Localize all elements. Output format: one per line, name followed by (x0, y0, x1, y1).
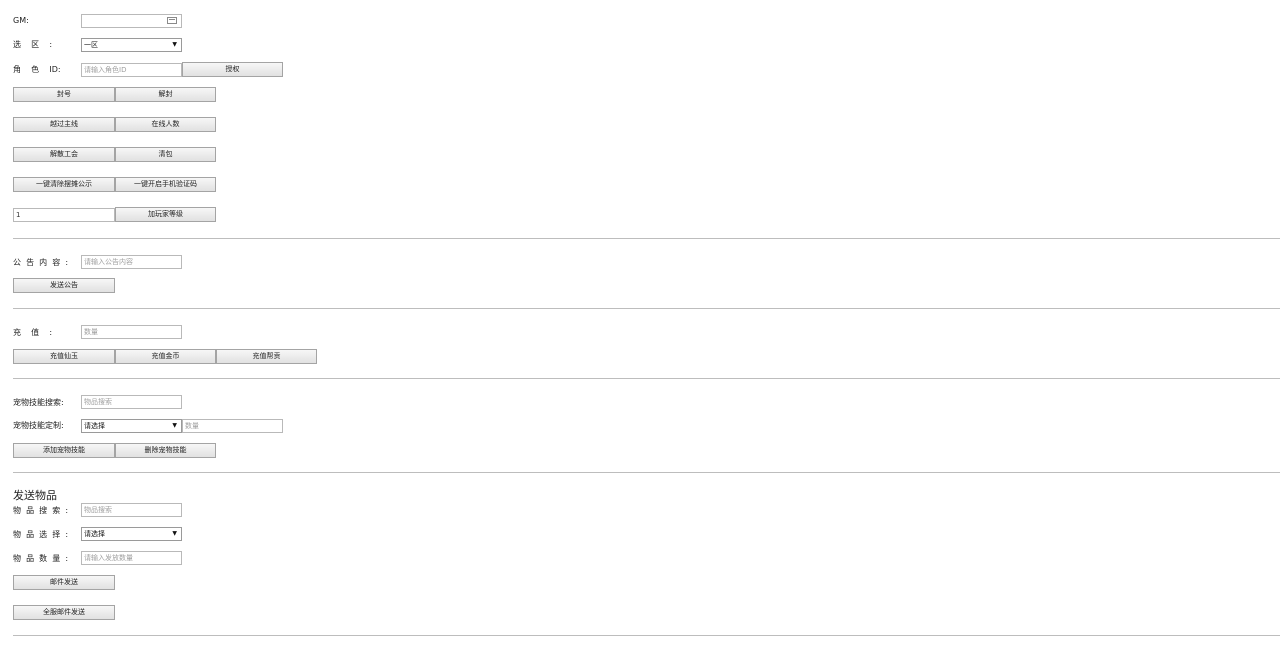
chevron-down-icon: ▼ (172, 41, 177, 48)
disband-guild-button[interactable]: 解散工会 (13, 147, 115, 162)
chevron-down-icon: ▼ (172, 422, 177, 429)
item-search-input[interactable]: 物品搜索 (81, 503, 182, 517)
divider (13, 472, 1280, 473)
clear-bag-button[interactable]: 清包 (115, 147, 216, 162)
role-id-input[interactable]: 请输入角色ID (81, 63, 182, 77)
enable-sms-button[interactable]: 一键开启手机验证码 (115, 177, 216, 192)
recharge-guild-button[interactable]: 充值帮贡 (216, 349, 317, 364)
pet-skill-qty-input[interactable]: 数量 (182, 419, 283, 433)
add-player-level-button[interactable]: 加玩家等级 (115, 207, 216, 222)
online-count-button[interactable]: 在线人数 (115, 117, 216, 132)
mail-send-button[interactable]: 邮件发送 (13, 575, 115, 590)
item-qty-label: 物 品 数 量 : (13, 554, 69, 563)
divider (13, 308, 1280, 309)
unban-button[interactable]: 解封 (115, 87, 216, 102)
ban-button[interactable]: 封号 (13, 87, 115, 102)
divider (13, 635, 1280, 636)
send-announce-button[interactable]: 发送公告 (13, 278, 115, 293)
chevron-down-icon: ▼ (172, 530, 177, 537)
send-items-title: 发送物品 (13, 489, 57, 502)
zone-label: 选 区 : (13, 40, 53, 49)
clear-stall-button[interactable]: 一键清除摆摊公示 (13, 177, 115, 192)
pet-skill-select[interactable]: 请选择 ▼ (81, 419, 182, 433)
item-select[interactable]: 请选择 ▼ (81, 527, 182, 541)
pet-skill-select-value: 请选择 (84, 422, 105, 430)
zone-select[interactable]: 一区 ▼ (81, 38, 182, 52)
recharge-label: 充 值 : (13, 328, 53, 337)
role-label: 角 色 ID: (13, 65, 61, 74)
item-select-label: 物 品 选 择 : (13, 530, 69, 539)
add-pet-skill-button[interactable]: 添加宠物技能 (13, 443, 115, 458)
player-level-input[interactable]: 1 (13, 208, 115, 222)
zone-select-value: 一区 (84, 41, 98, 49)
item-search-label: 物 品 搜 索 : (13, 506, 69, 515)
calendar-icon[interactable] (167, 17, 177, 24)
server-mail-send-button[interactable]: 全服邮件发送 (13, 605, 115, 620)
recharge-gold-button[interactable]: 充值金币 (115, 349, 216, 364)
gm-label: GM: (13, 16, 29, 25)
authorize-button[interactable]: 授权 (182, 62, 283, 77)
pet-skill-search-label: 宠物技能搜索: (13, 398, 64, 407)
recharge-amount-input[interactable]: 数量 (81, 325, 182, 339)
announce-input[interactable]: 请输入公告内容 (81, 255, 182, 269)
divider (13, 378, 1280, 379)
skip-main-quest-button[interactable]: 越过主线 (13, 117, 115, 132)
recharge-jade-button[interactable]: 充值仙玉 (13, 349, 115, 364)
announce-label: 公 告 内 容 : (13, 258, 69, 267)
pet-skill-custom-label: 宠物技能定制: (13, 421, 64, 430)
pet-skill-search-input[interactable]: 物品搜索 (81, 395, 182, 409)
divider (13, 238, 1280, 239)
delete-pet-skill-button[interactable]: 删除宠物技能 (115, 443, 216, 458)
item-select-value: 请选择 (84, 530, 105, 538)
item-qty-input[interactable]: 请输入发放数量 (81, 551, 182, 565)
